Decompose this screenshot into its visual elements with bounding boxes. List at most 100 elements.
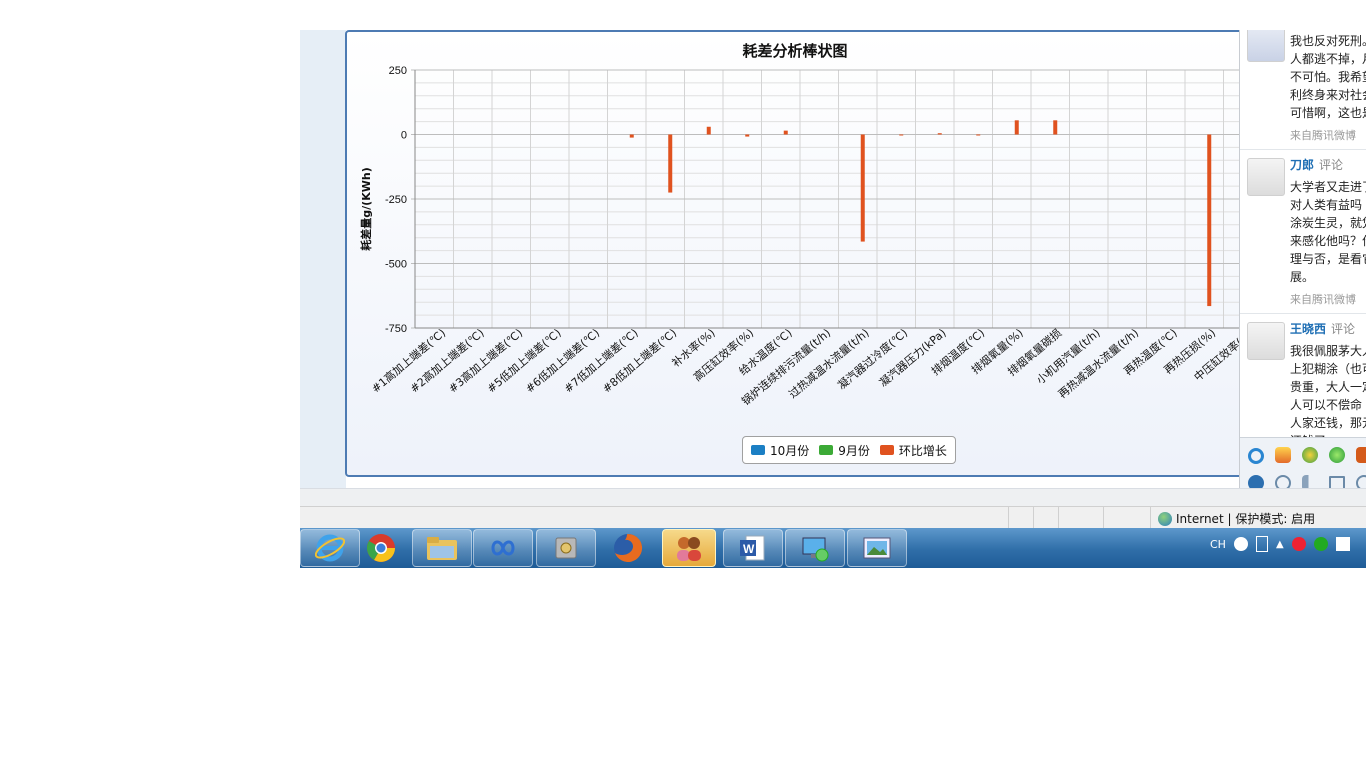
status-divider (1008, 507, 1009, 529)
y-tick-label: 0 (401, 130, 407, 142)
legend-swatch-oct (751, 445, 765, 455)
avatar[interactable] (1247, 158, 1285, 196)
avatar[interactable] (1247, 30, 1285, 62)
bar-11 (860, 134, 865, 242)
comment-source[interactable]: 来自腾讯微博 (1290, 291, 1356, 307)
svg-text:W: W (743, 542, 755, 556)
x-tick-label: 凝汽器过冷度(℃) (835, 326, 911, 393)
taskbar-remote-desktop[interactable] (785, 529, 845, 567)
comment-line: 大学者又走进了 (1290, 180, 1366, 194)
legend-swatch-growth (879, 445, 894, 455)
contacts-icon (677, 537, 701, 561)
taskbar-contacts-app[interactable] (662, 529, 716, 567)
bar-20 (1207, 134, 1212, 307)
coin-icon[interactable] (1302, 447, 1318, 463)
folder-icon (427, 537, 457, 560)
comment-line: 上犯糊涂（也可 (1290, 362, 1366, 376)
flag-icon[interactable] (1335, 537, 1350, 551)
security-zone-label: Internet | 保护模式: 启用 (1176, 512, 1316, 526)
security-zone[interactable]: Internet | 保护模式: 启用 (1158, 510, 1315, 527)
safe-icon (555, 537, 577, 559)
comment-body: 大学者又走进了 对人类有益吗 涂炭生灵，就凭 来感化他吗？作 理与否，是看它 展… (1290, 178, 1366, 286)
legend-item-growth[interactable]: 环比增长 (879, 442, 947, 459)
comment-line: 人可以不偿命 (1290, 398, 1363, 412)
scroll-strip (300, 488, 1366, 507)
status-divider (1033, 507, 1034, 529)
divider (1240, 149, 1366, 150)
comment-line: 人都逃不掉，月 (1290, 52, 1366, 66)
legend-label-oct: 10月份 (770, 443, 810, 458)
taskbar-photo-viewer[interactable] (847, 529, 907, 567)
legend-item-sep[interactable]: 9月份 (819, 442, 870, 459)
taskbar-chrome[interactable] (351, 529, 411, 567)
infinity-icon (491, 540, 515, 556)
y-axis-label: 耗差量g/(KWh) (359, 167, 373, 250)
avatar[interactable] (1247, 322, 1285, 360)
author-action: 评论 (1319, 158, 1344, 172)
taskbar-file-explorer[interactable] (412, 529, 472, 567)
legend-swatch-sep (819, 445, 834, 455)
x-tick-label: 小机用汽量(t/h) (1033, 326, 1102, 387)
bar-chart: 2500-250-500-750耗差量g/(KWh)#1高加上端差(℃)#2高加… (359, 65, 1243, 408)
comment-line: 贵重，大人一定 (1290, 380, 1366, 394)
play-icon[interactable] (1329, 447, 1345, 463)
bar-7 (706, 126, 711, 135)
bar-13 (937, 133, 942, 135)
comment-author[interactable]: 王晓西 评论 (1290, 320, 1355, 337)
taskbar-infinity-app[interactable] (473, 529, 533, 567)
comment-author[interactable]: 刀郎 评论 (1290, 156, 1343, 173)
comment-line: 可惜啊，这也是 (1290, 106, 1366, 120)
left-background (300, 30, 346, 488)
add-icon[interactable] (1313, 537, 1328, 551)
y-tick-label: -500 (385, 259, 407, 271)
status-divider (1058, 507, 1059, 529)
show-hidden-icons-icon[interactable]: ▲ (1276, 539, 1284, 550)
internet-explorer-icon (315, 534, 345, 562)
taskbar-word[interactable]: W (723, 529, 783, 567)
author-name[interactable]: 王晓西 (1290, 322, 1326, 336)
comment-line: 不可怕。我希望 (1290, 70, 1366, 84)
bar-12 (899, 134, 904, 136)
comment-line: 利终身来对社会 (1290, 88, 1366, 102)
taskbar-safe-app[interactable] (536, 529, 596, 567)
bar-9 (783, 130, 788, 135)
comment-line: 对人类有益吗 (1290, 198, 1363, 212)
legend-label-growth: 环比增长 (898, 443, 947, 458)
penguin-icon[interactable] (1275, 447, 1291, 463)
weibo-sidebar: 我也反对死刑。 人都逃不掉，月 不可怕。我希望 利终身来对社会 可惜啊，这也是 … (1239, 30, 1366, 498)
taskbar: W CH ▲ (300, 528, 1366, 568)
chrome-icon (367, 534, 395, 562)
word-icon: W (740, 535, 765, 561)
service-icon[interactable] (1356, 447, 1366, 463)
comment-line: 展。 (1290, 270, 1315, 284)
system-tray: CH ▲ (1210, 536, 1350, 552)
chart-legend: 10月份 9月份 环比增长 (742, 436, 956, 464)
comment-source[interactable]: 来自腾讯微博 (1290, 127, 1356, 143)
bar-16 (1053, 120, 1058, 135)
bar-6 (668, 134, 673, 193)
author-name[interactable]: 刀郎 (1290, 158, 1314, 172)
chart-panel: 耗差分析棒状图 250 0 -250 -500 -750 耗差量g/(KWh) #1高加上端… (345, 30, 1245, 477)
bar-15 (1014, 120, 1019, 135)
status-divider (1150, 507, 1151, 529)
qq-tray-icon[interactable] (1291, 537, 1306, 551)
globe-icon (1158, 511, 1172, 526)
comment-line: 我也反对死刑。 (1290, 34, 1366, 48)
language-indicator[interactable]: CH (1210, 538, 1226, 551)
legend-label-sep: 9月份 (838, 443, 870, 458)
y-tick-label: -250 (385, 194, 407, 206)
photo-viewer-icon (863, 537, 891, 559)
y-tick-label: 250 (389, 65, 407, 77)
x-tick-label: 凝汽器压力(kPa) (876, 326, 948, 390)
comment-line: 我很佩服茅大人 (1290, 344, 1366, 358)
bar-5 (629, 134, 634, 138)
help-icon[interactable] (1233, 537, 1248, 551)
ie-statusbar: Internet | 保护模式: 启用 (300, 506, 1366, 529)
author-action: 评论 (1331, 322, 1356, 336)
qq-icon[interactable] (1248, 448, 1264, 464)
comment-line: 涂炭生灵，就凭 (1290, 216, 1366, 230)
network-icon[interactable] (1255, 536, 1268, 552)
legend-item-oct[interactable]: 10月份 (751, 442, 809, 459)
taskbar-firefox[interactable] (598, 529, 658, 567)
bar-14 (976, 134, 981, 136)
